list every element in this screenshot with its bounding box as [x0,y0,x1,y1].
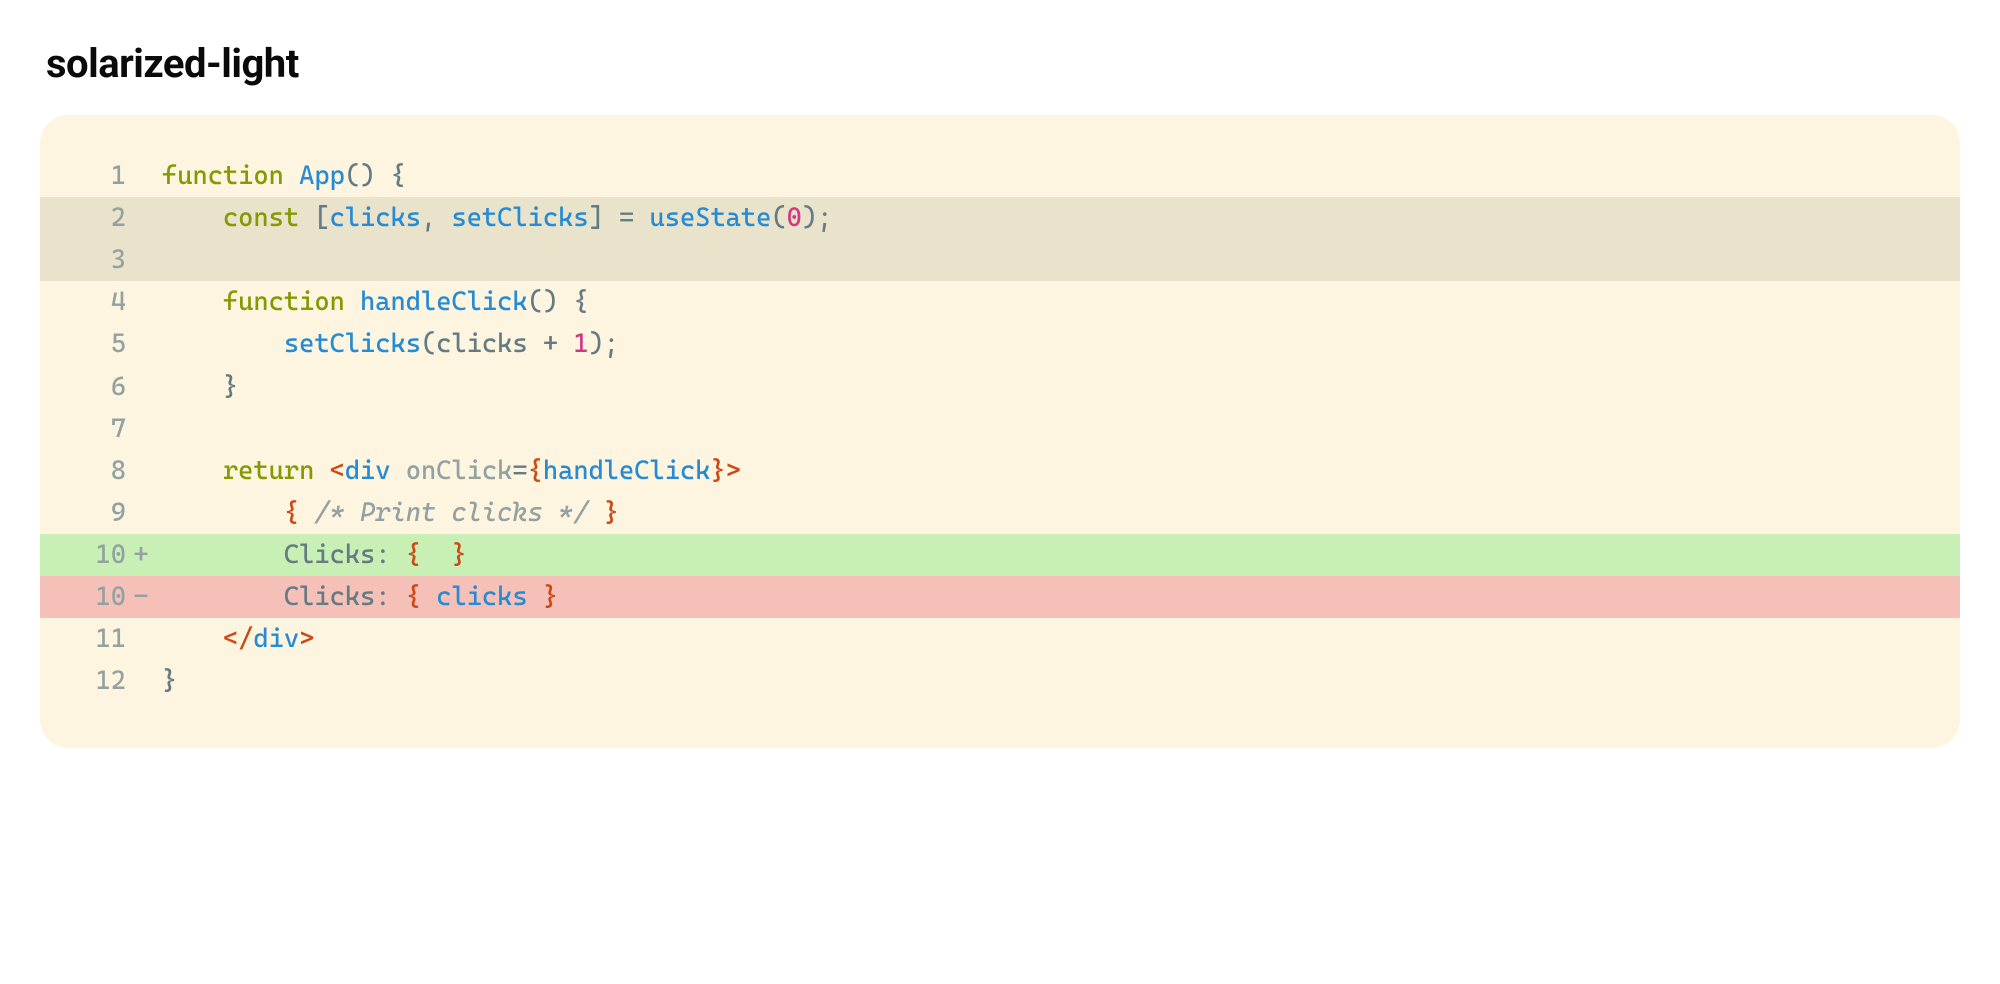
line-number: 1 [80,155,126,197]
code-line: 8 return <div onClick={handleClick}> [40,450,1960,492]
code-content: { /* Print clicks */ } [156,492,1960,534]
line-number: 7 [80,408,126,450]
line-number: 6 [80,366,126,408]
code-line: 2 const [clicks, setClicks] = useState(0… [40,197,1960,239]
code-content: const [clicks, setClicks] = useState(0); [156,197,1960,239]
code-line: 5 setClicks(clicks + 1); [40,323,1960,365]
code-content [156,239,1960,281]
code-line: 7 [40,408,1960,450]
line-number: 4 [80,281,126,323]
code-block: 1function App() {2 const [clicks, setCli… [40,115,1960,748]
line-number: 10 [80,534,126,576]
code-line: 9 { /* Print clicks */ } [40,492,1960,534]
line-number: 12 [80,660,126,702]
line-number: 10 [80,576,126,618]
line-number: 3 [80,239,126,281]
code-content: Clicks: { } [156,534,1960,576]
code-line: 3 [40,239,1960,281]
diff-mark: + [126,534,156,576]
code-content: setClicks(clicks + 1); [156,323,1960,365]
code-content: Clicks: { clicks } [156,576,1960,618]
code-content: </div> [156,618,1960,660]
code-content: return <div onClick={handleClick}> [156,450,1960,492]
line-number: 5 [80,323,126,365]
code-line: 4 function handleClick() { [40,281,1960,323]
code-line: 12} [40,660,1960,702]
line-number: 2 [80,197,126,239]
code-content [156,408,1960,450]
code-content: } [156,660,1960,702]
code-line: 10+ Clicks: { } [40,534,1960,576]
line-number: 11 [80,618,126,660]
theme-title: solarized-light [46,40,1960,87]
code-content: function App() { [156,155,1960,197]
code-line: 1 function App() { [40,155,1960,197]
code-line: 6 } [40,366,1960,408]
code-line: 10- Clicks: { clicks } [40,576,1960,618]
diff-mark: - [126,576,156,618]
code-line: 11 </div> [40,618,1960,660]
code-content: function handleClick() { [156,281,1960,323]
line-number: 8 [80,450,126,492]
code-content: } [156,366,1960,408]
line-number: 9 [80,492,126,534]
